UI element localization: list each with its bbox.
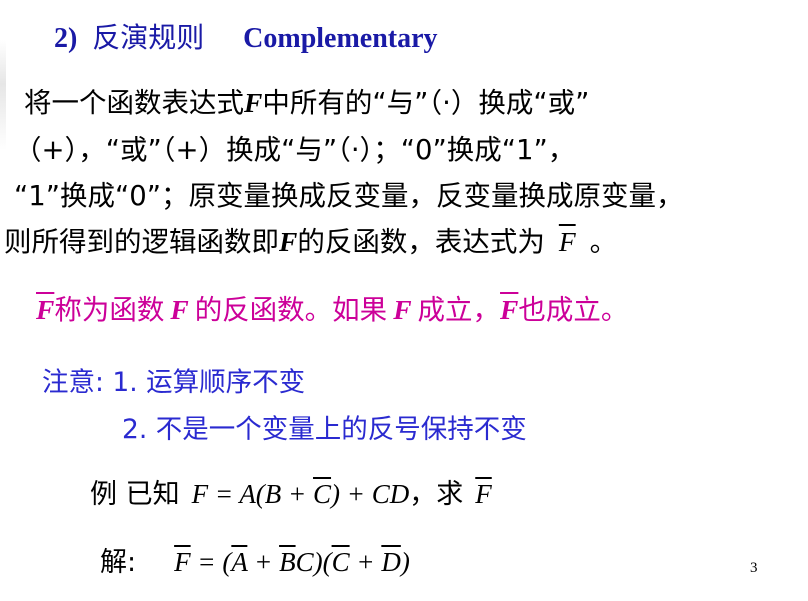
variable-f: F xyxy=(279,226,298,257)
statement-text: 也成立。 xyxy=(518,294,629,326)
body-text: 的反函数，表达式为 xyxy=(297,226,545,258)
body-text: 中所有的“与”（·）换成“或” xyxy=(262,87,590,119)
variable-f: F xyxy=(170,294,189,325)
note-item-2: 2. 不是一个变量上的反号保持不变 xyxy=(122,414,527,445)
variable-f-bar: F xyxy=(36,294,55,325)
variable-f-bar: F xyxy=(475,479,492,509)
solution-line: 解: F = (A + BC)(C + D) xyxy=(100,540,410,579)
statement-text: 的反函数。如果 xyxy=(194,294,388,326)
variable-f: F xyxy=(393,294,412,325)
body-line-2: （+），“或”（+）换成“与”（·）；“0”换成“1”， xyxy=(14,134,576,166)
equation-part: = ( xyxy=(190,547,232,577)
variable-c-bar: C xyxy=(331,547,350,577)
body-line-1: 将一个函数表达式F中所有的“与”（·）换成“或” xyxy=(24,80,589,120)
example-equation: F = A(B + C) + CD xyxy=(192,479,410,509)
heading-title-en: Complementary xyxy=(243,23,438,54)
body-line-4: 则所得到的逻辑函数即F的反函数，表达式为 F。 xyxy=(4,219,617,259)
statement-text: 称为函数 xyxy=(54,294,165,326)
equation-part: + xyxy=(349,547,382,577)
section-heading: 2) 反演规则 Complementary xyxy=(54,16,438,56)
note-label: 注意: xyxy=(42,367,104,398)
body-text: 将一个函数表达式 xyxy=(24,87,244,119)
variable-a-bar: A xyxy=(231,547,248,577)
note-item-1: 注意: 1. 运算顺序不变 xyxy=(42,360,305,399)
variable-c-bar: C xyxy=(313,479,332,509)
heading-number: 2) xyxy=(54,23,78,54)
variable-f-bar: F xyxy=(174,547,191,577)
body-line-3: “1”换成“0”；原变量换成反变量，反变量换成原变量， xyxy=(14,180,684,212)
variable-d-bar: D xyxy=(381,547,401,577)
body-text: 。 xyxy=(589,226,618,258)
note-text: 1. 运算顺序不变 xyxy=(112,367,306,398)
example-label: 例 已知 xyxy=(90,479,180,510)
variable-f-bar: F xyxy=(558,226,576,257)
heading-title-zh: 反演规则 xyxy=(92,21,205,54)
example-separator: ，求 xyxy=(409,479,464,510)
solution-label: 解: xyxy=(100,547,137,578)
complement-statement: F称为函数 F 的反函数。如果 F 成立，F也成立。 xyxy=(36,287,628,327)
equation-part: ) xyxy=(400,547,410,577)
variable-f: F xyxy=(244,87,263,118)
equation-part: ) + CD xyxy=(331,479,410,509)
variable-b-bar: B xyxy=(279,547,296,577)
solution-equation: F = (A + BC)(C + D) xyxy=(174,547,410,577)
equation-part: F = A(B + xyxy=(191,479,314,509)
variable-f-bar: F xyxy=(500,294,519,325)
slide-edge-shadow xyxy=(0,40,6,150)
body-text: 则所得到的逻辑函数即 xyxy=(4,226,279,258)
statement-text: 成立， xyxy=(417,294,501,326)
equation-part: C)( xyxy=(295,547,332,577)
equation-part: + xyxy=(247,547,280,577)
example-line: 例 已知 F = A(B + C) + CD，求 F xyxy=(90,472,492,511)
page-number: 3 xyxy=(750,560,758,576)
